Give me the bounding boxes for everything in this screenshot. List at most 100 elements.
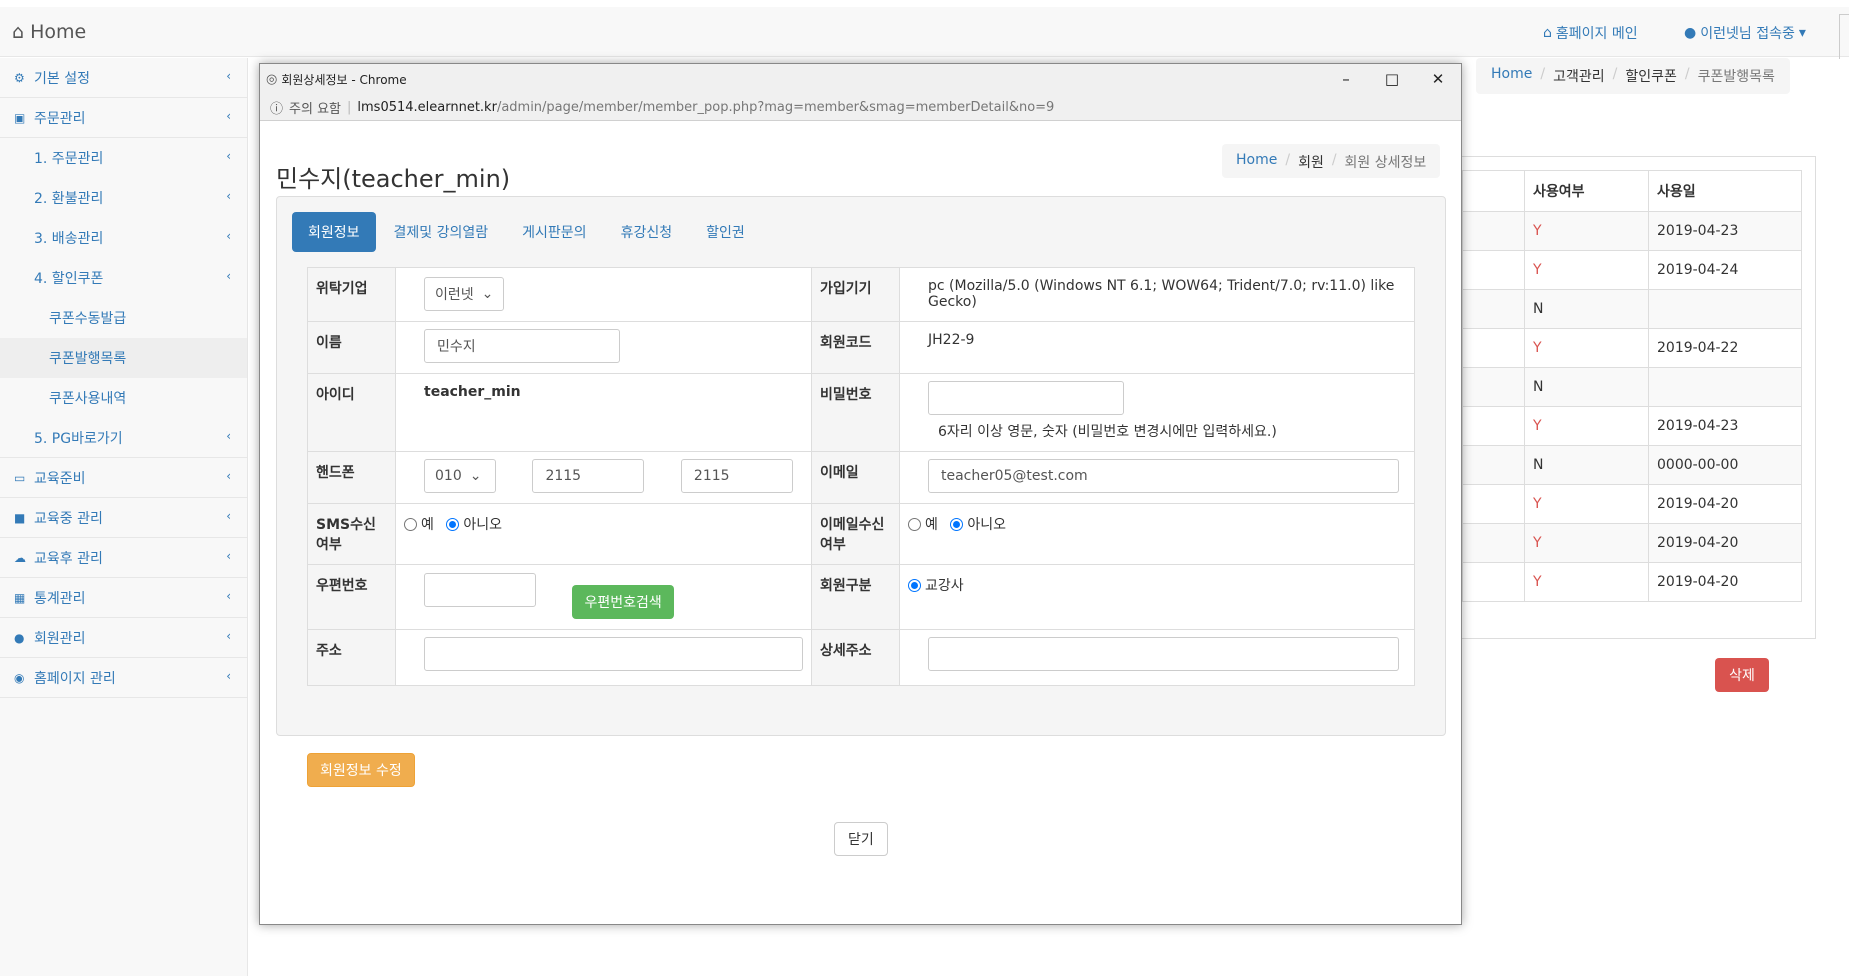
tab-board-inquiry[interactable]: 게시판문의 — [506, 212, 602, 252]
table-row: Y 2019-04-20 — [1462, 484, 1802, 524]
sidebar-item-coupon-usage[interactable]: 쿠폰사용내역 — [0, 378, 247, 418]
chevron-left-icon: ‹ — [226, 429, 231, 443]
address-bar[interactable]: ⓘ 주의 요함 | lms0514.elearnnet.kr/admin/pag… — [260, 94, 1461, 121]
user-menu-dropdown[interactable]: ● 이런넷님 접속중 ▾ — [1684, 23, 1806, 43]
window-titlebar[interactable]: ◎ 회원상세정보 - Chrome – □ ✕ — [260, 64, 1461, 94]
email-recv-label: 이메일수신여부 — [811, 503, 900, 565]
sidebar-item-members[interactable]: ● 회원관리 ‹ — [0, 618, 247, 658]
member-type-label: 회원구분 — [811, 564, 900, 630]
name-input[interactable]: 민수지 — [424, 329, 620, 363]
company-label: 위탁기업 — [307, 267, 396, 322]
breadcrumb-item: 회원 — [1298, 155, 1324, 171]
coupon-issue-table: 사용여부 사용일 Y 2019-04-23 Y 2019-04-24 N Y 2019… — [1462, 170, 1802, 602]
sidebar-item-refund[interactable]: 2. 환불관리 ‹ — [0, 178, 247, 218]
minimize-button[interactable]: – — [1323, 64, 1369, 94]
phone-prefix-select[interactable]: 010 ⌄ — [424, 459, 496, 493]
sidebar-item-coupons[interactable]: 4. 할인쿠폰 ‹ — [0, 258, 247, 298]
zip-search-button[interactable]: 우편번호검색 — [572, 585, 674, 619]
chevron-left-icon: ‹ — [226, 69, 231, 83]
user-icon: ● — [1684, 25, 1697, 41]
breadcrumb-home[interactable]: Home — [1491, 66, 1532, 86]
table-row: Y 2019-04-20 — [1462, 562, 1802, 602]
breadcrumb-item: 고객관리 — [1553, 69, 1605, 85]
sidebar-item-shipping[interactable]: 3. 배송관리 ‹ — [0, 218, 247, 258]
tab-discount[interactable]: 할인권 — [690, 212, 761, 252]
sidebar-item-edu-prep[interactable]: ▭ 교육준비 ‹ — [0, 458, 247, 498]
gears-icon: ⚙ — [14, 70, 25, 85]
cart-icon: ▣ — [14, 110, 26, 125]
phone-label: 핸드폰 — [307, 451, 396, 504]
column-header-used-date: 사용일 — [1648, 170, 1802, 212]
tab-leave-request[interactable]: 휴강신청 — [605, 212, 689, 252]
sms-no-radio[interactable]: 아니오 — [446, 514, 502, 534]
member-detail-popup: ◎ 회원상세정보 - Chrome – □ ✕ ⓘ 주의 요함 | lms051… — [259, 63, 1462, 925]
detail-address-input[interactable] — [928, 637, 1399, 671]
homepage-main-link[interactable]: ⌂ 홈페이지 메인 — [1543, 23, 1638, 43]
sidebar-item-coupon-issue-list[interactable]: 쿠폰발행목록 — [0, 338, 247, 378]
window-title: 회원상세정보 - Chrome — [281, 72, 407, 87]
breadcrumb-current: 회원 상세정보 — [1344, 155, 1427, 171]
zip-label: 우편번호 — [307, 564, 396, 630]
email-label: 이메일 — [811, 451, 900, 504]
company-select[interactable]: 이런넷 ⌄ — [424, 277, 505, 311]
sidebar-item-orders[interactable]: ▣ 주문관리 ‹ — [0, 98, 247, 138]
caret-down-icon: ▾ — [1798, 25, 1806, 41]
breadcrumb: Home / 회원 / 회원 상세정보 — [1222, 144, 1441, 178]
brand-home[interactable]: ⌂ Home — [12, 21, 86, 43]
table-header-row: 사용여부 사용일 — [1462, 170, 1802, 212]
breadcrumb-home[interactable]: Home — [1236, 152, 1277, 170]
close-button[interactable]: 닫기 — [834, 822, 888, 856]
sidebar-item-pg[interactable]: 5. PG바로가기 ‹ — [0, 418, 247, 458]
address-input[interactable] — [424, 637, 803, 671]
close-window-button[interactable]: ✕ — [1415, 64, 1461, 94]
email-input[interactable]: teacher05@test.com — [928, 459, 1399, 493]
globe-icon: ◎ — [266, 71, 278, 87]
password-label: 비밀번호 — [811, 373, 900, 452]
laptop-icon: ▭ — [14, 470, 26, 485]
email-no-radio[interactable]: 아니오 — [950, 514, 1006, 534]
chevron-left-icon: ‹ — [226, 589, 231, 603]
phone-middle-input[interactable]: 2115 — [532, 459, 645, 493]
sidebar-item-order-manage[interactable]: 1. 주문관리 ‹ — [0, 138, 247, 178]
chevron-down-icon: ⌄ — [481, 286, 494, 302]
sidebar: ⚙ 기본 설정 ‹ ▣ 주문관리 ‹ 1. 주문관리 ‹ 2. 환불관리 ‹ 3. 배송관리… — [0, 58, 248, 976]
sidebar-item-stats[interactable]: ▦ 통계관리 ‹ — [0, 578, 247, 618]
security-warning: 주의 요함 — [289, 101, 341, 117]
phone-last-input[interactable]: 2115 — [680, 459, 793, 493]
tab-payment-lectures[interactable]: 결제및 강의열람 — [378, 212, 505, 252]
maximize-button[interactable]: □ — [1369, 64, 1415, 94]
delete-button[interactable]: 삭제 — [1715, 658, 1769, 692]
home-icon: ⌂ — [12, 21, 25, 43]
name-label: 이름 — [307, 321, 396, 374]
member-code-value: JH22-9 — [899, 321, 1415, 374]
id-label: 아이디 — [307, 373, 396, 452]
zip-input[interactable] — [424, 573, 536, 607]
user-icon: ● — [14, 630, 25, 645]
email-yes-radio[interactable]: 예 — [908, 514, 938, 534]
table-row: N — [1462, 289, 1802, 329]
table-row: Y 2019-04-23 — [1462, 406, 1802, 446]
column-header-used: 사용여부 — [1524, 170, 1649, 212]
chevron-left-icon: ‹ — [226, 229, 231, 243]
password-input[interactable] — [928, 381, 1124, 415]
chevron-left-icon: ‹ — [226, 549, 231, 563]
sms-yes-radio[interactable]: 예 — [404, 514, 434, 534]
member-type-radio[interactable]: 교강사 — [908, 575, 964, 595]
table-row: N — [1462, 367, 1802, 407]
password-hint: 6자리 이상 영문, 숫자 (비밀번호 변경시에만 입력하세요.) — [938, 424, 1277, 440]
breadcrumb-current: 쿠폰발행목록 — [1697, 69, 1775, 85]
folder-open-icon: ■ — [14, 510, 26, 525]
sidebar-item-edu-during[interactable]: ■ 교육중 관리 ‹ — [0, 498, 247, 538]
sidebar-item-coupon-manual-issue[interactable]: 쿠폰수동발급 — [0, 298, 247, 338]
sidebar-item-edu-after[interactable]: ☁ 교육후 관리 ‹ — [0, 538, 247, 578]
chevron-left-icon: ‹ — [226, 669, 231, 683]
update-member-button[interactable]: 회원정보 수정 — [307, 753, 415, 787]
tab-member-info[interactable]: 회원정보 — [292, 212, 376, 252]
brand-label: Home — [30, 21, 87, 43]
sidebar-item-homepage[interactable]: ◉ 홈페이지 관리 ‹ — [0, 658, 247, 698]
url-text: lms0514.elearnnet.kr/admin/page/member/m… — [357, 99, 1055, 115]
sidebar-item-basic-settings[interactable]: ⚙ 기본 설정 ‹ — [0, 58, 247, 98]
device-label: 가입기기 — [811, 267, 900, 322]
table-row: Y 2019-04-24 — [1462, 250, 1802, 290]
device-value: pc (Mozilla/5.0 (Windows NT 6.1; WOW64; … — [899, 267, 1415, 322]
